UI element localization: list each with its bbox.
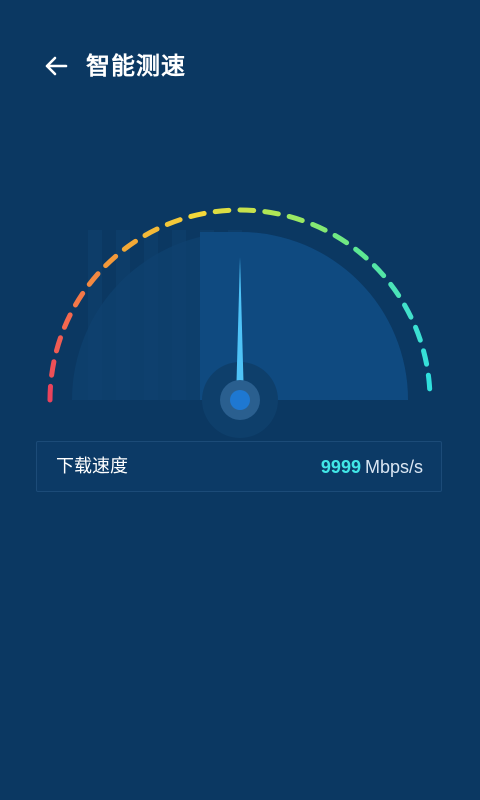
gauge-tick — [421, 348, 430, 367]
gauge-tick — [72, 290, 86, 308]
gauge-stripe — [144, 230, 158, 400]
gauge-tick — [212, 207, 232, 215]
download-speed-value: 9999 Mbps/s — [321, 456, 423, 479]
gauge-tick — [164, 217, 183, 227]
speed-number: 9999 — [320, 457, 361, 477]
gauge-tick — [371, 263, 387, 279]
gauge-tick — [49, 359, 57, 378]
gauge-tick — [103, 253, 119, 269]
gauge-tick — [262, 209, 281, 217]
gauge-stripe — [172, 230, 186, 400]
download-speed-card: 下载速度 9999 Mbps/s — [36, 441, 442, 492]
gauge-tick — [402, 302, 414, 320]
gauge-tick — [425, 372, 433, 392]
gauge-tick — [332, 232, 350, 246]
download-speed-label: 下载速度 — [56, 456, 128, 477]
gauge-tick — [413, 324, 423, 343]
gauge-stripe — [88, 230, 102, 400]
gauge-tick — [61, 312, 73, 330]
speed-gauge — [47, 207, 433, 438]
arrow-left-icon — [45, 56, 68, 76]
gauge-stripe — [116, 230, 130, 400]
gauge-tick — [53, 335, 63, 354]
speed-unit: Mbps/s — [364, 457, 423, 477]
gauge-tick — [388, 281, 402, 298]
gauge-tick — [188, 210, 207, 219]
page-title: 智能测速 — [86, 52, 186, 80]
gauge-hub — [230, 390, 250, 410]
back-button[interactable] — [36, 48, 76, 84]
gauge-tick — [286, 213, 305, 223]
header: 智能测速 — [0, 0, 480, 132]
gauge-tick — [310, 221, 328, 233]
gauge-tick — [353, 246, 369, 261]
